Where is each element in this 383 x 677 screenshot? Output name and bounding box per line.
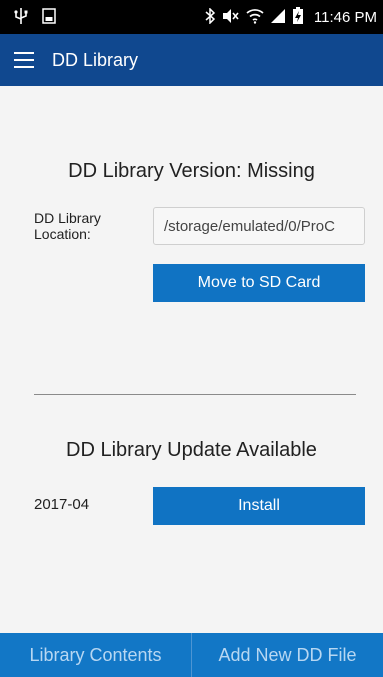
sd-card-icon [42,7,56,27]
signal-icon [270,8,286,27]
app-bar: DD Library [0,34,383,86]
section-divider [34,394,356,395]
bluetooth-icon [204,6,216,27]
hamburger-menu-icon[interactable] [14,52,34,68]
install-button[interactable]: Install [153,487,365,525]
library-location-field[interactable]: /storage/emulated/0/ProC [153,207,365,245]
library-contents-tab[interactable]: Library Contents [0,633,191,677]
status-bar: 11:46 PM [0,0,383,34]
add-new-dd-file-tab[interactable]: Add New DD File [192,633,383,677]
battery-charging-icon [292,6,304,28]
mute-icon [222,8,240,27]
update-available-title: DD Library Update Available [66,439,317,461]
location-label: DD Library Location: [34,210,101,242]
library-version-title: DD Library Version: Missing [68,160,315,182]
status-left [14,7,204,27]
bottom-bar: Library Contents Add New DD File [0,633,383,677]
app-screen: 11:46 PM DD Library DD Library Version: … [0,0,383,677]
update-version-label: 2017-04 [34,496,90,513]
status-time: 11:46 PM [313,8,377,26]
app-title: DD Library [52,49,139,70]
usb-icon [14,7,28,27]
wifi-icon [246,8,264,27]
move-to-sd-card-button[interactable]: Move to SD Card [153,264,365,302]
status-right: 11:46 PM [204,6,377,28]
